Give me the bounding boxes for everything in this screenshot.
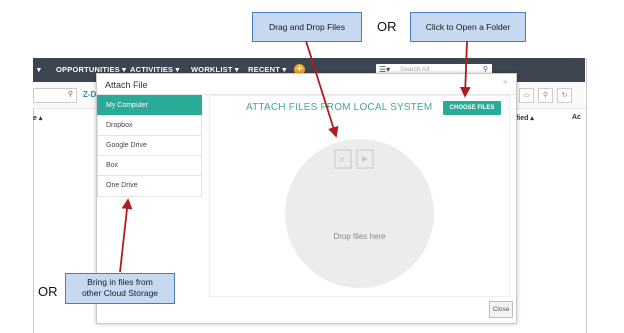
arrow-cloud — [119, 198, 133, 273]
arrow-open — [459, 40, 471, 98]
annotation-arrows — [119, 40, 471, 273]
arrow-drag — [305, 40, 339, 138]
